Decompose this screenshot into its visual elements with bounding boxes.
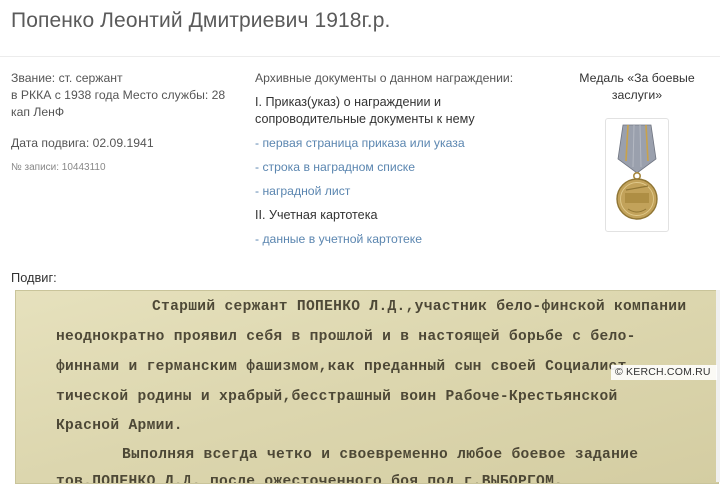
person-info: Звание: ст. сержант в РККА с 1938 года М… — [11, 70, 236, 176]
section-order-line1: I. Приказ(указ) о награждении и — [255, 95, 442, 109]
medal-combat-merit-icon — [616, 124, 658, 220]
award-title: Медаль «За боевые заслуги» — [560, 70, 714, 104]
deed-line: тической родины и храбрый,бесстрашный во… — [56, 389, 618, 405]
rank-text: Звание: ст. сержант — [11, 71, 123, 85]
watermark: © KERCH.COM.RU — [611, 365, 717, 380]
section-card-index-heading: II. Учетная картотека — [255, 208, 378, 222]
title-bar: Попенко Леонтий Дмитриевич 1918г.р. — [0, 0, 720, 57]
page-title: Попенко Леонтий Дмитриевич 1918г.р. — [11, 9, 391, 32]
section-order-line2: сопроводительные документы к нему — [255, 112, 475, 126]
award-title-line2: заслуги» — [611, 88, 663, 102]
link-award-sheet[interactable]: - наградной лист — [255, 183, 545, 200]
deed-line: неоднократно проявил себя в прошлой и в … — [56, 329, 636, 345]
feat-date: Дата подвига: 02.09.1941 — [11, 136, 154, 150]
service-text-line2: кап ЛенФ — [11, 105, 65, 119]
deed-document-scan: Старший сержант ПОПЕНКО Л.Д.,участник бе… — [15, 290, 719, 484]
medal-thumbnail[interactable] — [605, 118, 669, 232]
deed-line: Красной Армии. — [56, 418, 183, 434]
link-order-first-page[interactable]: - первая страница приказа или указа — [255, 135, 545, 152]
service-text-line1: в РККА с 1938 года Место службы: 28 — [11, 88, 226, 102]
deed-line: финнами и германским фашизмом,как предан… — [56, 359, 627, 375]
deed-line: тов.ПОПЕНКО Л.Д. после ожесточенного боя… — [56, 474, 564, 484]
archive-header: Архивные документы о данном награждении: — [255, 71, 514, 85]
deed-line: Выполняя всегда четко и своевременно люб… — [122, 447, 639, 463]
deed-line: Старший сержант ПОПЕНКО Л.Д.,участник бе… — [152, 299, 687, 315]
award-title-line1: Медаль «За боевые — [579, 71, 695, 85]
link-card-index-data[interactable]: - данные в учетной картотеке — [255, 231, 545, 248]
section-order-heading: I. Приказ(указ) о награждении и сопровод… — [255, 94, 545, 128]
deed-label: Подвиг: — [11, 270, 57, 285]
scrollbar-edge[interactable] — [716, 290, 720, 482]
archive-documents: Архивные документы о данном награждении:… — [255, 70, 545, 255]
record-number: № записи: 10443110 — [11, 162, 106, 173]
link-award-list-line[interactable]: - строка в наградном списке — [255, 159, 545, 176]
